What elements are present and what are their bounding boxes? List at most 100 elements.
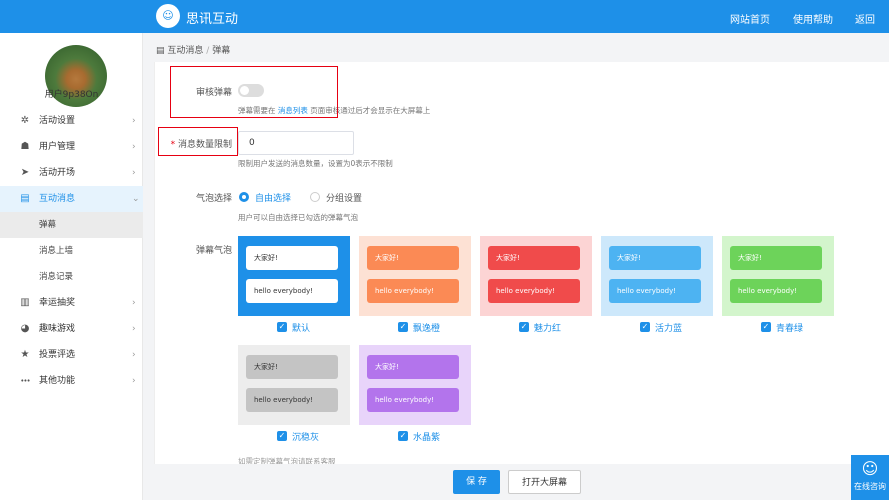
radio-free-select-label[interactable]: 自由选择 (255, 191, 291, 204)
chevron-right-icon: › (132, 142, 136, 152)
sidebar-item-label: 其他功能 (39, 376, 76, 386)
chevron-right-icon: › (132, 324, 136, 334)
bubble-preview-line2: hello everybody! (246, 279, 338, 303)
sidebar-item-games[interactable]: ◕ 趣味游戏 › (0, 316, 143, 342)
breadcrumb: ▤ 互动消息 / 弹幕 (156, 43, 230, 56)
sidebar-subitem-message-log[interactable]: 消息记录 (0, 264, 143, 290)
bubble-theme-name[interactable]: 水晶紫 (413, 430, 440, 443)
sidebar-item-interactive-messages[interactable]: ▤ 互动消息 ⌄ (0, 186, 143, 212)
radio-free-select[interactable] (239, 192, 249, 202)
breadcrumb-separator: / (206, 46, 210, 56)
bubble-theme-tile[interactable]: 大家好! hello everybody! (359, 236, 471, 316)
radio-group-setting[interactable] (310, 192, 320, 202)
bubble-theme-name[interactable]: 魅力红 (534, 321, 561, 334)
bubble-preview-line1: 大家好! (367, 355, 459, 379)
bubble-theme-checkbox[interactable]: ✓ (398, 322, 408, 332)
bubble-theme-name[interactable]: 沉稳灰 (292, 430, 319, 443)
bubble-preview-line1: 大家好! (367, 246, 459, 270)
nav-home-link[interactable]: 网站首页 (730, 11, 770, 26)
bubble-theme-checkbox[interactable]: ✓ (761, 322, 771, 332)
bubble-preview-line2: hello everybody! (609, 279, 701, 303)
sidebar-item-label: 投票评选 (39, 350, 76, 360)
gear-icon: ✲ (20, 115, 30, 126)
save-button[interactable]: 保 存 (453, 470, 500, 494)
bubble-theme-tile[interactable]: 大家好! hello everybody! (480, 236, 592, 316)
bubble-preview-line2: hello everybody! (367, 388, 459, 412)
sidebar-item-label: 趣味游戏 (39, 324, 76, 334)
sidebar-item-user-management[interactable]: ☗ 用户管理 › (0, 134, 143, 160)
username: 用户9p38On (44, 90, 99, 100)
sidebar-item-label: 幸运抽奖 (39, 298, 76, 308)
bubble-preview-line2: hello everybody! (367, 279, 459, 303)
bubble-theme-checkbox[interactable]: ✓ (640, 322, 650, 332)
bubble-theme-tile[interactable]: 大家好! hello everybody! (238, 345, 350, 425)
bubble-theme-tile[interactable]: 大家好! hello everybody! (238, 236, 350, 316)
chevron-right-icon: › (132, 116, 136, 126)
lottery-icon: ▥ (20, 297, 30, 308)
bubble-theme-name[interactable]: 活力蓝 (655, 321, 682, 334)
app-title: 思讯互动 (186, 12, 239, 27)
users-icon: ☗ (20, 141, 30, 152)
more-icon: ••• (20, 377, 30, 385)
game-icon: ◕ (20, 323, 30, 334)
sidebar-item-other[interactable]: ••• 其他功能 › (0, 368, 143, 394)
sidebar-item-label: 互动消息 (39, 194, 76, 204)
bubble-preview-line2: hello everybody! (730, 279, 822, 303)
bubble-preview-line2: hello everybody! (246, 388, 338, 412)
sidebar-item-label: 活动设置 (39, 116, 76, 126)
headset-icon: ☺ (861, 459, 879, 478)
bubble-theme-tile[interactable]: 大家好! hello everybody! (359, 345, 471, 425)
send-icon: ➤ (20, 167, 30, 178)
bubble-theme-name[interactable]: 青春绿 (776, 321, 803, 334)
bubble-select-label: 气泡选择 (195, 194, 232, 204)
breadcrumb-parent[interactable]: 互动消息 (167, 46, 203, 56)
bubble-preview-line1: 大家好! (246, 355, 338, 379)
bubble-theme-checkbox[interactable]: ✓ (519, 322, 529, 332)
nav-back-link[interactable]: 返回 (855, 11, 875, 26)
online-consult-label: 在线咨询 (854, 482, 886, 491)
bubble-preview-line1: 大家好! (730, 246, 822, 270)
top-bar: ☺ 思讯互动 网站首页 使用帮助 返回 (0, 0, 889, 33)
bubble-theme-checkbox[interactable]: ✓ (277, 431, 287, 441)
sidebar-item-activity-settings[interactable]: ✲ 活动设置 › (0, 108, 143, 134)
footer-note: 如需定制弹幕气泡请联系客服 (238, 457, 336, 464)
sidebar-item-label: 活动开场 (39, 168, 76, 178)
sidebar-item-lottery[interactable]: ▥ 幸运抽奖 › (0, 290, 143, 316)
message-icon: ▤ (156, 46, 165, 56)
star-icon: ★ (20, 349, 30, 360)
bubble-theme-name[interactable]: 飘逸橙 (413, 321, 440, 334)
sidebar-item-voting[interactable]: ★ 投票评选 › (0, 342, 143, 368)
chevron-right-icon: › (132, 168, 136, 178)
bubble-theme-checkbox[interactable]: ✓ (398, 431, 408, 441)
bubble-theme-tile[interactable]: 大家好! hello everybody! (601, 236, 713, 316)
sidebar: 用户9p38On ✲ 活动设置 › ☗ 用户管理 › ➤ 活动开场 › ▤ 互动… (0, 33, 143, 500)
sidebar-item-label: 用户管理 (39, 142, 76, 152)
bubble-theme-checkbox[interactable]: ✓ (277, 322, 287, 332)
limit-input[interactable]: 0 (238, 131, 354, 155)
bubble-preview-line2: hello everybody! (488, 279, 580, 303)
open-screen-button[interactable]: 打开大屏幕 (508, 470, 581, 494)
breadcrumb-current: 弹幕 (212, 46, 231, 56)
chevron-right-icon: › (132, 350, 136, 360)
bubble-theme-name[interactable]: 默认 (292, 321, 310, 334)
highlight-box-review (170, 66, 338, 118)
chevron-down-icon: ⌄ (132, 194, 140, 204)
sidebar-subitem-danmaku[interactable]: 弹幕 (0, 212, 143, 238)
bubble-preview-line1: 大家好! (609, 246, 701, 270)
brand-logo-icon: ☺ (156, 4, 180, 28)
limit-help: 限制用户发送的消息数量，设置为0表示不限制 (238, 159, 393, 168)
chevron-right-icon: › (132, 298, 136, 308)
nav-help-link[interactable]: 使用帮助 (793, 11, 833, 26)
message-icon: ▤ (20, 193, 30, 204)
bubble-theme-label: 弹幕气泡 (195, 246, 232, 256)
bubble-theme-tile[interactable]: 大家好! hello everybody! (722, 236, 834, 316)
sidebar-item-activity-opening[interactable]: ➤ 活动开场 › (0, 160, 143, 186)
bubble-preview-line1: 大家好! (488, 246, 580, 270)
radio-group-setting-label[interactable]: 分组设置 (326, 191, 362, 204)
highlight-box-limit (158, 127, 238, 156)
online-consult-button[interactable]: ☺ 在线咨询 (851, 455, 889, 500)
chevron-right-icon: › (132, 376, 136, 386)
bubble-preview-line1: 大家好! (246, 246, 338, 270)
bubble-select-help: 用户可以自由选择已勾选的弹幕气泡 (238, 213, 358, 222)
sidebar-subitem-message-wall[interactable]: 消息上墙 (0, 238, 143, 264)
